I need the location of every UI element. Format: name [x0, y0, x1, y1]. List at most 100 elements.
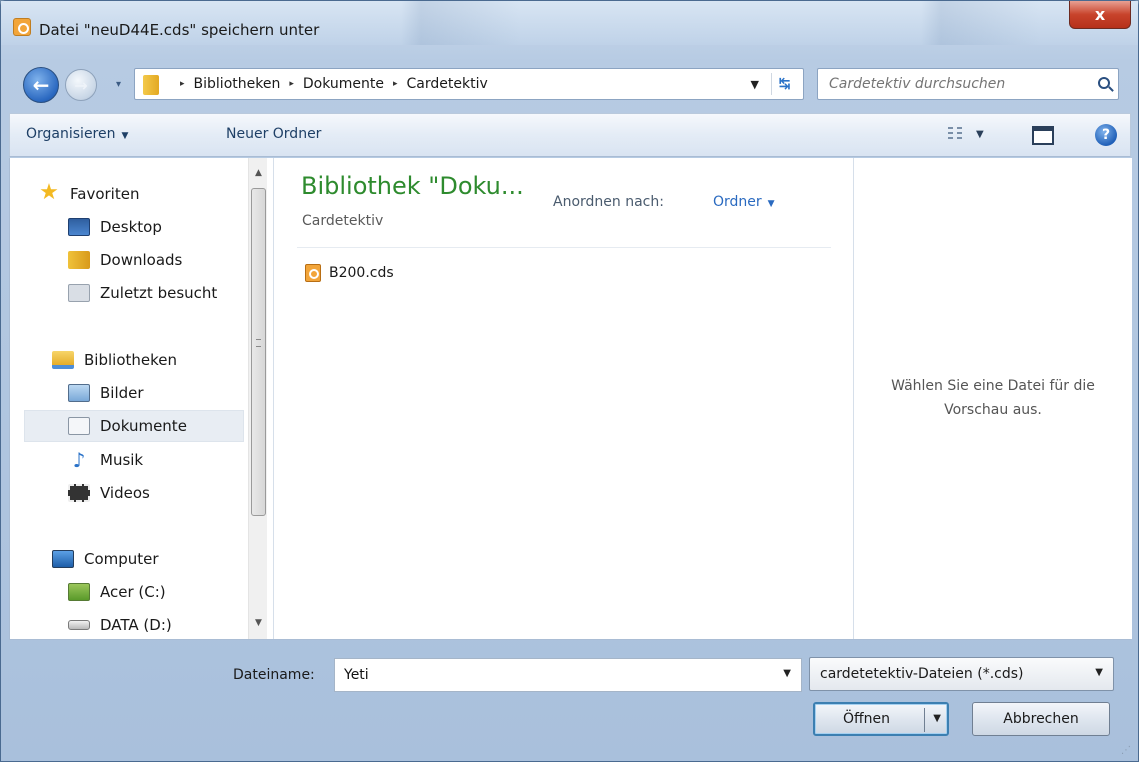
view-dropdown-icon[interactable]: ▼: [976, 129, 984, 140]
sidebar-scrollbar[interactable]: ▲ ▼: [248, 158, 267, 639]
search-icon[interactable]: [1098, 77, 1110, 89]
back-button[interactable]: ←: [23, 67, 59, 103]
music-icon: ♪: [72, 448, 86, 472]
refresh-button[interactable]: ↹: [771, 73, 797, 95]
sidebar-item-label: Desktop: [100, 218, 162, 236]
downloads-icon: [68, 251, 90, 269]
file-name: B200.cds: [329, 265, 394, 281]
save-as-dialog: Datei "neuD44E.cds" speichern unter x ← …: [0, 0, 1139, 762]
scroll-up-icon[interactable]: ▲: [249, 164, 268, 182]
view-options-icon[interactable]: [948, 127, 966, 143]
address-dropdown-icon[interactable]: ▼: [751, 78, 759, 91]
split-divider: [924, 708, 925, 732]
grip-icon: [256, 339, 261, 347]
sidebar-item-drive-c[interactable]: Acer (C:): [68, 576, 244, 608]
list-item[interactable]: B200.cds: [305, 264, 394, 282]
sidebar-item-desktop[interactable]: Desktop: [68, 211, 244, 243]
title-bar[interactable]: Datei "neuD44E.cds" speichern unter x: [1, 1, 1138, 45]
sidebar-item-computer[interactable]: Computer: [52, 543, 244, 575]
videos-icon: [68, 484, 90, 502]
filename-label: Dateiname:: [233, 667, 315, 683]
preview-pane: Wählen Sie eine Datei für die Vorschau a…: [853, 158, 1132, 639]
scroll-down-icon[interactable]: ▼: [249, 614, 268, 632]
cds-file-icon: [305, 264, 321, 282]
sidebar-item-drive-d[interactable]: DATA (D:): [68, 609, 244, 641]
breadcrumb-separator-icon[interactable]: ▸: [289, 79, 294, 89]
sidebar-item-label: Downloads: [100, 251, 183, 269]
sidebar-item-label: Bibliotheken: [84, 351, 177, 369]
chevron-down-icon: ▼: [767, 199, 775, 209]
star-icon: ★: [39, 180, 59, 205]
sidebar-item-zuletzt-besucht[interactable]: Zuletzt besucht: [68, 277, 244, 309]
navigation-row: ← → ▾ ▸ Bibliotheken ▸ Dokumente ▸ Carde…: [1, 57, 1138, 107]
sidebar-item-label: Videos: [100, 484, 150, 502]
breadcrumb: ▸ Bibliotheken ▸ Dokumente ▸ Cardetektiv: [171, 76, 488, 92]
organize-button[interactable]: Organisieren ▼: [26, 126, 128, 142]
address-bar[interactable]: ▸ Bibliotheken ▸ Dokumente ▸ Cardetektiv…: [134, 68, 804, 100]
open-button[interactable]: Öffnen ▼: [813, 702, 949, 736]
sidebar-item-bibliotheken[interactable]: Bibliotheken: [52, 344, 244, 376]
computer-icon: [52, 550, 74, 568]
history-dropdown-icon[interactable]: ▾: [116, 79, 121, 90]
breadcrumb-separator-icon[interactable]: ▸: [180, 79, 185, 89]
arrange-by-value: Ordner: [713, 194, 762, 210]
sidebar-item-label: Musik: [100, 451, 144, 469]
documents-icon: [68, 417, 90, 435]
command-bar: Organisieren ▼ Neuer Ordner ▼ ?: [9, 113, 1131, 157]
arrange-by-dropdown[interactable]: Ordner ▼: [713, 194, 775, 210]
chevron-down-icon[interactable]: ▼: [783, 668, 791, 679]
recent-places-icon: [68, 284, 90, 302]
breadcrumb-separator-icon[interactable]: ▸: [393, 79, 398, 89]
sidebar-item-label: Bilder: [100, 384, 144, 402]
navigation-pane: ★ Favoriten Desktop Downloads Zuletzt be…: [10, 158, 274, 639]
preview-pane-toggle-icon[interactable]: [1032, 126, 1054, 145]
new-folder-button[interactable]: Neuer Ordner: [226, 126, 321, 142]
file-list-pane: Bibliothek "Doku... Cardetektiv Anordnen…: [275, 158, 853, 639]
sidebar-item-videos[interactable]: Videos: [68, 477, 244, 509]
sidebar-item-dokumente[interactable]: Dokumente: [24, 410, 244, 442]
sidebar-item-bilder[interactable]: Bilder: [68, 377, 244, 409]
chevron-down-icon[interactable]: ▼: [933, 713, 941, 724]
preview-text-line: Wählen Sie eine Datei für die: [891, 378, 1095, 394]
sidebar-item-musik[interactable]: ♪ Musik: [68, 444, 244, 476]
sidebar-item-label: Acer (C:): [100, 583, 166, 601]
save-controls: Dateiname: ▼ cardetetektiv-Dateien (*.cd…: [9, 640, 1131, 758]
sidebar-item-downloads[interactable]: Downloads: [68, 244, 244, 276]
resize-grip-icon[interactable]: ⋰: [1121, 745, 1131, 756]
sidebar-item-label: Zuletzt besucht: [100, 284, 218, 302]
filetype-select[interactable]: cardetetektiv-Dateien (*.cds) ▼: [809, 657, 1114, 691]
drive-c-icon: [68, 583, 90, 601]
app-icon: [13, 18, 31, 36]
forward-button[interactable]: →: [65, 69, 97, 101]
breadcrumb-item-bibliotheken[interactable]: Bibliotheken: [194, 76, 281, 92]
sidebar-item-favoriten[interactable]: ★ Favoriten: [38, 178, 272, 210]
arrange-by-label: Anordnen nach:: [553, 194, 664, 210]
breadcrumb-item-dokumente[interactable]: Dokumente: [303, 76, 384, 92]
desktop-icon: [68, 218, 90, 236]
pictures-icon: [68, 384, 90, 402]
drive-d-icon: [68, 620, 90, 630]
sidebar-item-label: Computer: [84, 550, 159, 568]
library-title: Bibliothek "Doku...: [301, 172, 524, 200]
divider: [297, 247, 831, 248]
breadcrumb-item-cardetektiv[interactable]: Cardetektiv: [407, 76, 488, 92]
preview-text-line: Vorschau aus.: [944, 402, 1042, 418]
search-input[interactable]: [819, 70, 1089, 98]
folder-icon: [143, 75, 159, 95]
chevron-down-icon: ▼: [1095, 667, 1103, 678]
open-button-label: Öffnen: [843, 711, 891, 727]
close-button[interactable]: x: [1069, 1, 1131, 29]
organize-label: Organisieren: [26, 126, 116, 142]
sidebar-item-label: DATA (D:): [100, 616, 172, 634]
help-icon[interactable]: ?: [1095, 124, 1117, 146]
library-subtitle: Cardetektiv: [302, 213, 384, 229]
libraries-icon: [52, 351, 74, 369]
scrollbar-thumb[interactable]: [251, 188, 266, 516]
cancel-button[interactable]: Abbrechen: [972, 702, 1110, 736]
chevron-down-icon: ▼: [121, 131, 129, 141]
content-area: ★ Favoriten Desktop Downloads Zuletzt be…: [9, 158, 1132, 640]
window-title: Datei "neuD44E.cds" speichern unter: [39, 21, 320, 39]
filename-input[interactable]: [336, 660, 766, 690]
filename-combobox: ▼: [334, 658, 802, 692]
sidebar-item-label: Dokumente: [100, 417, 187, 435]
